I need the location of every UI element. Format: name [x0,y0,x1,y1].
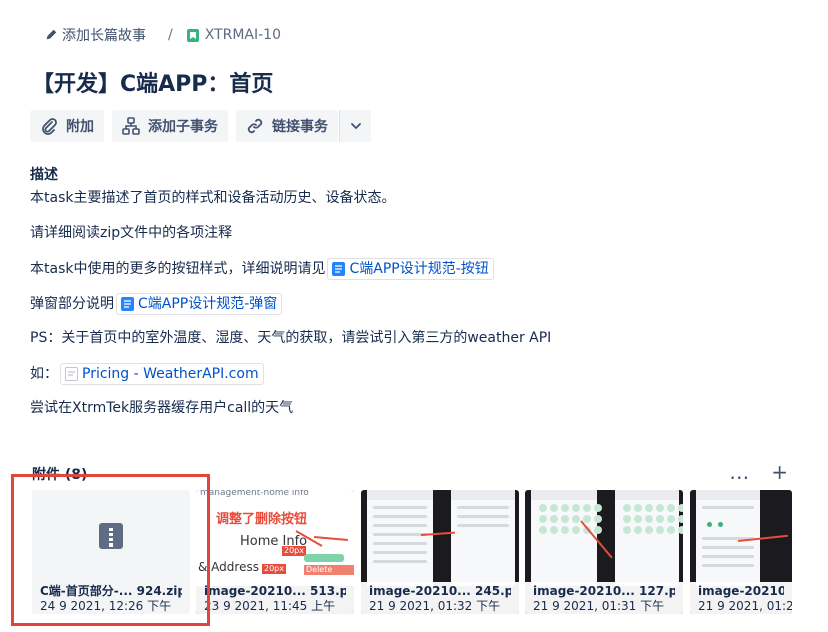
thumb-text: & Address [198,560,259,574]
link-icon [247,118,263,134]
link-label: Pricing - WeatherAPI.com [82,366,259,382]
webpage-icon [65,367,78,381]
attachment-caption: C端-首页部分-... 924.zip 24 9 2021, 12:26 下午 [32,582,190,614]
breadcrumb-separator: / [168,27,173,43]
issue-key-link[interactable]: XTRMAI-10 [205,27,281,43]
document-icon [332,262,346,276]
description-text: 弹窗部分说明 [30,296,114,312]
breadcrumb: 添加长篇故事 / XTRMAI-10 [44,24,281,46]
add-attachment-icon[interactable]: + [771,462,788,482]
description-line: 请详细阅读zip文件中的各项注释 [30,225,233,241]
attachment-filename: image-20210... 245.png [369,584,511,598]
link-label: C端APP设计规范-弹窗 [138,296,278,312]
link-issue-button[interactable]: 链接事务 [236,110,338,142]
description-line: 如： Pricing - WeatherAPI.com [30,363,264,385]
description-text: 如： [30,366,58,382]
attachment-card[interactable]: C端-首页部分-... 924.zip 24 9 2021, 12:26 下午 [32,490,190,614]
pencil-icon [46,29,57,40]
description-line: PS：关于首页中的室外温度、湿度、天气的获取，请尝试引入第三方的weather … [30,330,552,346]
attachment-date: 23 9 2021, 11:45 上午 [204,599,336,613]
add-child-issue-button[interactable]: 添加子事务 [112,110,228,142]
thumb-text: 20px [282,546,306,556]
attachment-thumbnail [367,490,433,586]
attachment-card[interactable]: image-20210... 127.png 21 9 2021, 01:31 … [525,490,683,614]
attachments-heading: 附件 (8) [32,467,88,483]
link-issue-label: 链接事务 [272,119,328,135]
more-options-icon[interactable]: … [729,462,749,482]
zip-file-icon [99,523,123,549]
confluence-link-buttons[interactable]: C端APP设计规范-按钮 [327,258,494,280]
attach-button-label: 附加 [66,119,94,135]
attachment-card[interactable]: image-20210... 5 21 9 2021, 01:29 [690,490,792,614]
paperclip-icon [42,118,57,135]
description-line: 本task主要描述了首页的样式和设备活动历史、设备状态。 [30,190,396,206]
thumb-text: 调整了删除按钮 [216,512,308,527]
page-title: 【开发】C端APP：首页 [32,72,274,97]
description-text: 本task中使用的更多的按钮样式，详细说明请见 [30,261,326,277]
description-line: 弹窗部分说明 C端APP设计规范-弹窗 [30,293,283,315]
thumb-text: management-home info [200,490,309,498]
description-line: 本task中使用的更多的按钮样式，详细说明请见 C端APP设计规范-按钮 [30,258,494,280]
attachments-actions: … + [707,462,788,482]
attachment-date: 24 9 2021, 12:26 下午 [40,599,172,613]
thumb-text: 20px [262,564,286,574]
weatherapi-link[interactable]: Pricing - WeatherAPI.com [60,363,264,385]
attachment-caption: image-20210... 513.png 23 9 2021, 11:45 … [196,582,354,614]
description-heading: 描述 [30,167,58,183]
breadcrumb-parent-link[interactable]: 添加长篇故事 [62,25,146,45]
story-icon [186,28,199,42]
attachment-card[interactable]: management-home info 调整了删除按钮 Home Info &… [196,490,354,614]
thumb-text: Delete Home [304,565,354,584]
add-child-issue-label: 添加子事务 [148,119,218,135]
more-actions-dropdown[interactable] [339,110,371,142]
hierarchy-icon [122,117,140,135]
attachment-filename: image-20210... 127.png [533,584,675,598]
document-icon [121,297,134,311]
description-line: 尝试在XtrmTek服务器缓存用户call的天气 [30,400,294,416]
attachment-filename: image-20210... 5 [698,584,784,598]
attachment-thumbnail: management-home info 调整了删除按钮 Home Info &… [196,490,354,586]
attachment-date: 21 9 2021, 01:29 [698,599,792,613]
chevron-down-icon [350,123,361,130]
attachment-thumbnail [531,490,602,586]
attachment-filename: C端-首页部分-... 924.zip [40,584,182,598]
confluence-link-popup[interactable]: C端APP设计规范-弹窗 [116,293,283,315]
action-toolbar: 附加 添加子事务 链接事务 [30,110,379,142]
attachment-date: 21 9 2021, 01:31 下午 [533,599,665,613]
attachment-card[interactable]: image-20210... 245.png 21 9 2021, 01:32 … [361,490,519,614]
link-label: C端APP设计规范-按钮 [349,261,489,277]
attachment-caption: image-20210... 127.png 21 9 2021, 01:31 … [525,582,683,614]
attach-button[interactable]: 附加 [30,110,104,142]
attachment-filename: image-20210... 513.png [204,584,346,598]
attachment-caption: image-20210... 245.png 21 9 2021, 01:32 … [361,582,519,614]
attachment-date: 21 9 2021, 01:32 下午 [369,599,501,613]
attachment-caption: image-20210... 5 21 9 2021, 01:29 [690,582,792,614]
